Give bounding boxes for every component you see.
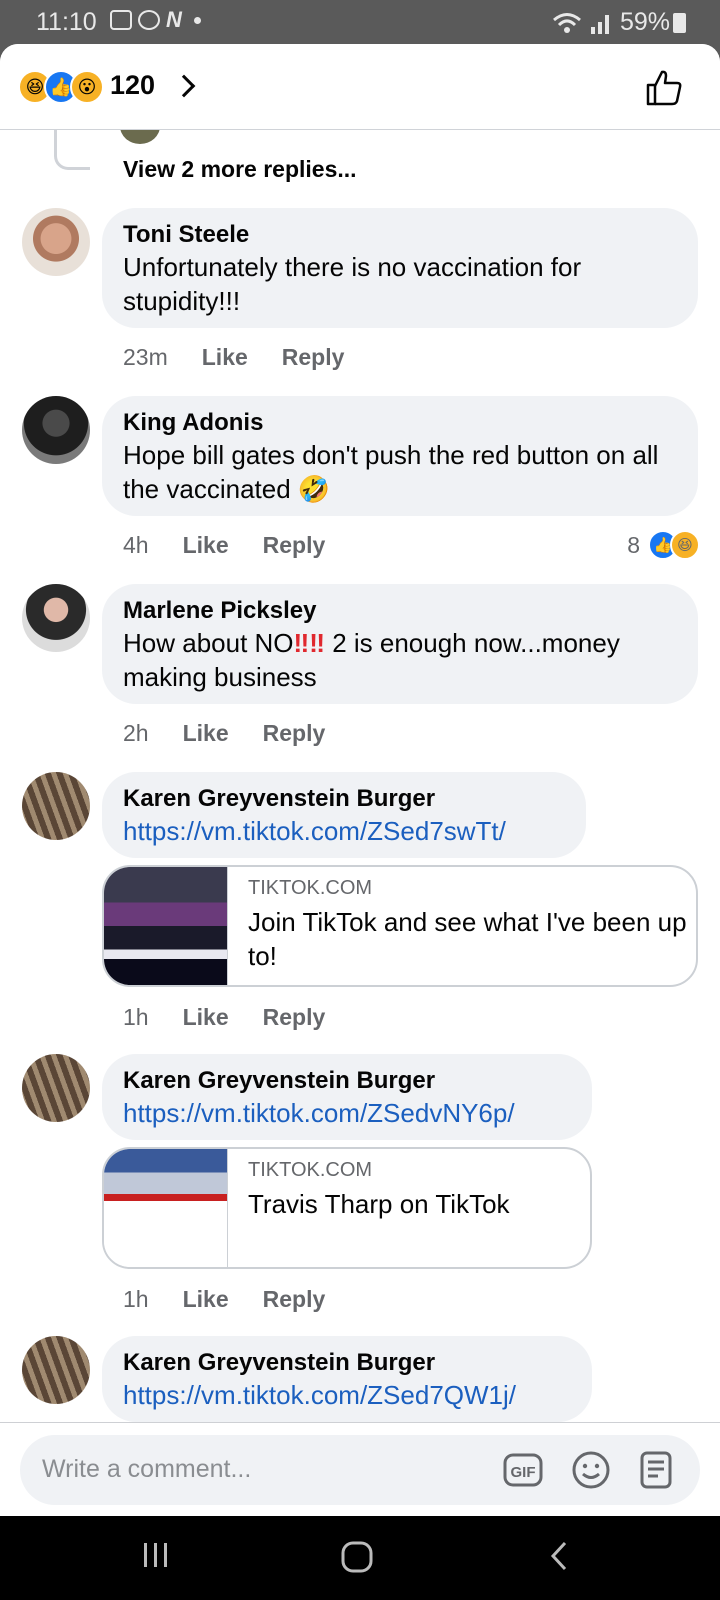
gif-button[interactable]: GIF [502,1449,544,1491]
dot-icon [193,16,201,24]
like-button[interactable]: Like [183,1286,229,1313]
comment-actions: 4h Like Reply [123,532,325,559]
comment-author[interactable]: Marlene Picksley [123,596,678,626]
comment-link[interactable]: https://vm.tiktok.com/ZSed7QW1j/ [123,1378,572,1412]
comment-bubble[interactable]: Marlene Picksley How about NO‼‼ 2 is eno… [102,584,698,704]
wifi-icon [552,12,581,33]
recent-apps-button[interactable] [142,1540,170,1570]
link-thumbnail [104,867,228,985]
reply-button[interactable]: Reply [263,532,326,559]
comment-input-placeholder[interactable]: Write a comment... [42,1455,251,1484]
comment-time: 1h [123,1004,149,1030]
sticker-button[interactable] [636,1449,678,1491]
comment-author[interactable]: Toni Steele [123,220,678,250]
comment-author[interactable]: Karen Greyvenstein Burger [123,1066,572,1096]
reply-button[interactable]: Reply [282,344,345,371]
avatar [120,130,160,144]
reply-button[interactable]: Reply [263,720,326,747]
link-preview-card[interactable]: TIKTOK.COM Join TikTok and see what I've… [102,865,698,987]
comment-time: 23m [123,344,168,370]
status-right: 59% [552,8,670,37]
comment-text-body: Hope bill gates don't push the red butto… [123,440,659,504]
whatsapp-icon [138,10,160,30]
comment-reactions[interactable]: 8 👍 😆 [627,530,700,560]
comments-sheet: 😆 👍 😮 120 View 2 more replies... Toni St… [0,44,720,1516]
comment-actions: 23m Like Reply [123,344,344,371]
comment-text-part: How about NO [123,628,294,658]
comment-time: 4h [123,532,149,558]
status-time: 11:10 [36,8,97,36]
avatar[interactable] [22,396,90,464]
link-title: Join TikTok and see what I've been up to… [248,907,687,971]
gallery-icon [110,10,132,30]
reactions-bar[interactable]: 😆 👍 😮 120 [0,44,720,130]
n-app-icon: N [166,7,182,32]
comment-actions: 1h Like Reply [123,1286,325,1313]
haha-reaction-icon: 😆 [670,530,700,560]
battery-percent: 59% [619,8,670,36]
rolling-laugh-emoji: 🤣 [297,474,331,504]
avatar[interactable] [22,584,90,652]
reaction-count[interactable]: 120 [110,70,155,101]
comment-bubble[interactable]: Toni Steele Unfortunately there is no va… [102,208,698,328]
avatar[interactable] [22,208,90,276]
like-button[interactable]: Like [202,344,248,371]
thread-connector [54,130,90,170]
battery-icon [673,13,686,33]
link-domain: TIKTOK.COM [248,877,373,899]
reply-button[interactable]: Reply [263,1286,326,1313]
notification-icons: N [110,7,201,32]
avatar[interactable] [22,1336,90,1404]
like-thumb-icon[interactable] [644,68,684,108]
signal-icon [590,14,609,34]
home-button[interactable] [340,1540,374,1574]
link-domain: TIKTOK.COM [248,1159,373,1181]
reply-button[interactable]: Reply [263,1004,326,1031]
emoji-button[interactable] [570,1449,612,1491]
wow-reaction-icon: 😮 [70,70,104,104]
comment-author[interactable]: Karen Greyvenstein Burger [123,1348,572,1378]
chevron-right-icon[interactable] [172,74,196,98]
view-more-replies-link[interactable]: View 2 more replies... [123,156,357,183]
avatar[interactable] [22,772,90,840]
comment-bubble[interactable]: Karen Greyvenstein Burger https://vm.tik… [102,1054,592,1140]
link-preview-card[interactable]: TIKTOK.COM Travis Tharp on TikTok [102,1147,592,1269]
link-thumbnail [104,1149,228,1267]
comment-text: Hope bill gates don't push the red butto… [123,438,678,506]
avatar[interactable] [22,1054,90,1122]
comment-composer: Write a comment... GIF [0,1422,720,1516]
reaction-emojis[interactable]: 😆 👍 😮 [18,70,104,104]
comment-actions: 1h Like Reply [123,1004,325,1031]
like-button[interactable]: Like [183,720,229,747]
double-exclamation-emoji: ‼‼ [293,628,325,658]
comment-link[interactable]: https://vm.tiktok.com/ZSedvNY6p/ [123,1096,572,1130]
comment-author[interactable]: King Adonis [123,408,678,438]
comment-actions: 2h Like Reply [123,720,325,747]
like-button[interactable]: Like [183,532,229,559]
comment-text: How about NO‼‼ 2 is enough now...money m… [123,626,678,694]
like-button[interactable]: Like [183,1004,229,1031]
comment-bubble[interactable]: Karen Greyvenstein Burger https://vm.tik… [102,772,586,858]
comment-link[interactable]: https://vm.tiktok.com/ZSed7swTt/ [123,814,566,848]
comment-text: Unfortunately there is no vaccination fo… [123,252,582,316]
comment-author[interactable]: Karen Greyvenstein Burger [123,784,566,814]
system-nav-bar [0,1516,720,1600]
comment-reaction-count: 8 [627,531,640,558]
comment-time: 1h [123,1286,149,1312]
comment-bubble[interactable]: Karen Greyvenstein Burger https://vm.tik… [102,1336,592,1422]
gif-label: GIF [511,1464,536,1481]
comment-bubble[interactable]: King Adonis Hope bill gates don't push t… [102,396,698,516]
status-bar: 11:10 N 59% [0,0,720,44]
comment-time: 2h [123,720,149,746]
link-title: Travis Tharp on TikTok [248,1189,510,1219]
back-button[interactable] [548,1540,570,1572]
comment-input[interactable]: Write a comment... GIF [20,1435,700,1505]
comment-feed[interactable]: View 2 more replies... Toni Steele Unfor… [0,130,720,1466]
